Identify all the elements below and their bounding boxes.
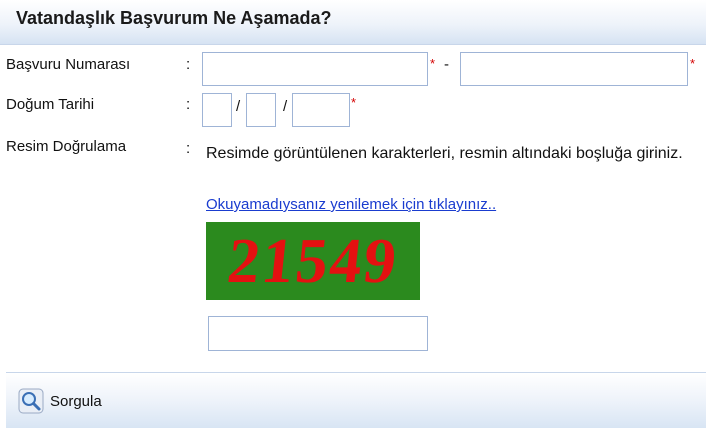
birth-date-separator-1: / (236, 98, 241, 115)
application-number-part1-input[interactable] (202, 52, 428, 86)
birth-date-separator-2: / (283, 98, 288, 115)
application-number-part2-input[interactable] (460, 52, 688, 86)
captcha-section-label: Resim Doğrulama (6, 138, 127, 155)
application-number-part2-required-mark: * (690, 56, 696, 71)
application-number-required-mark: * (430, 56, 436, 71)
captcha-instructions: Resimde görüntülenen karakterleri, resmi… (206, 145, 683, 162)
birth-month-input[interactable] (246, 93, 276, 127)
query-button[interactable]: Sorgula (18, 386, 102, 416)
application-number-separator: - (444, 56, 449, 73)
birth-date-required-mark: * (351, 95, 357, 110)
magnifier-icon (18, 388, 44, 414)
query-button-label: Sorgula (50, 392, 102, 410)
action-bar: Sorgula (6, 372, 706, 428)
birth-year-input[interactable] (292, 93, 350, 127)
captcha-section-colon: : (186, 140, 191, 157)
application-number-colon: : (186, 56, 191, 73)
captcha-answer-input[interactable] (208, 316, 428, 351)
birth-day-input[interactable] (202, 93, 232, 127)
page-header: Vatandaşlık Başvurum Ne Aşamada? (0, 0, 706, 45)
application-number-label: Başvuru Numarası (6, 56, 131, 73)
birth-date-colon: : (186, 96, 191, 113)
captcha-refresh-link[interactable]: Okuyamadıysanız yenilemek için tıklayını… (206, 196, 496, 213)
page-title: Vatandaşlık Başvurum Ne Aşamada? (16, 8, 332, 28)
captcha-image: 21549 (206, 222, 420, 300)
captcha-text: 21549 (224, 225, 402, 296)
birth-date-label: Doğum Tarihi (6, 96, 95, 113)
